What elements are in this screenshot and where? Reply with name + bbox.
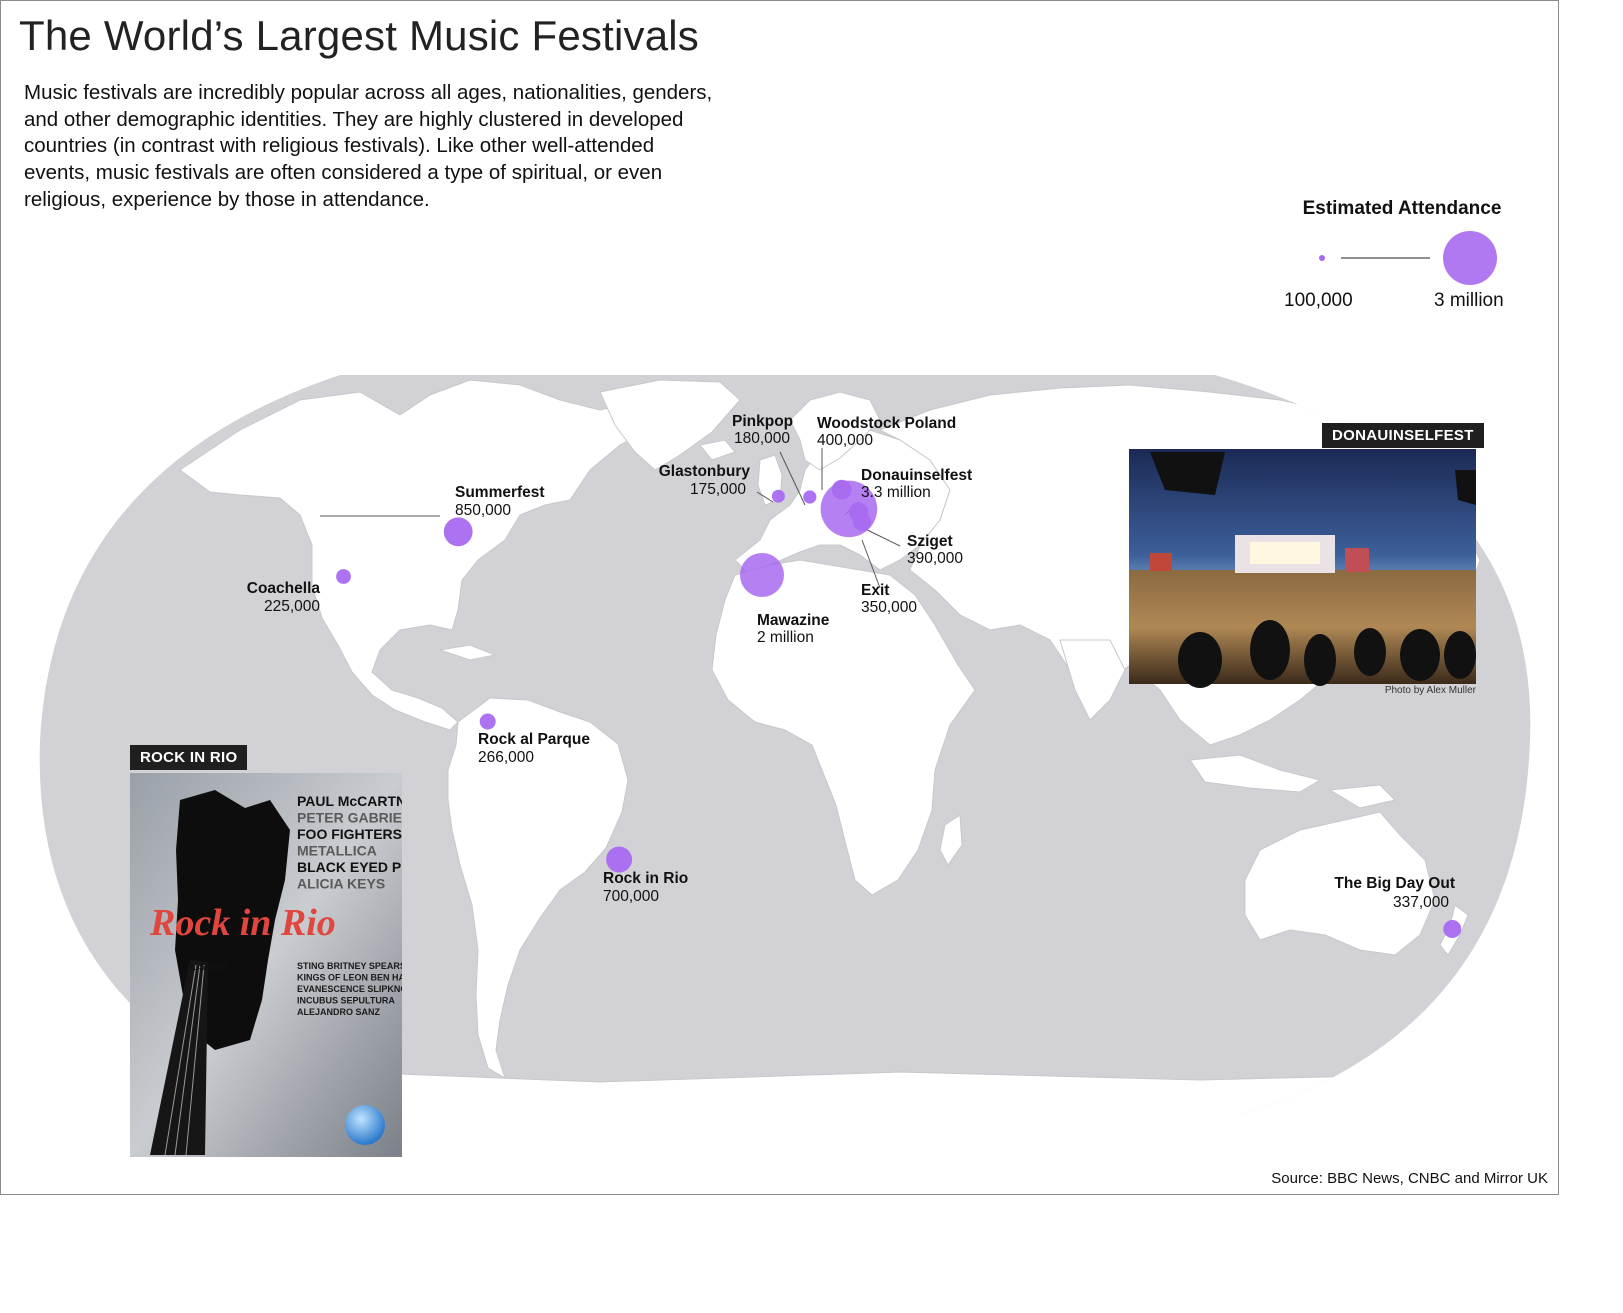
- poster-lineup-line: STING BRITNEY SPEARS: [297, 961, 406, 971]
- poster-headliner: FOO FIGHTERS: [297, 826, 402, 842]
- label-mawazine-name: Mawazine: [757, 612, 830, 629]
- festival-marker-coachella[interactable]: [336, 569, 351, 584]
- poster-headliner: METALLICA: [297, 843, 377, 859]
- label-summerfest-name: Summerfest: [455, 484, 545, 501]
- poster-subtitle: LISBOA: [190, 962, 228, 973]
- label-rockalparque-value: 266,000: [478, 749, 534, 766]
- poster-lineup-line: INCUBUS SEPULTURA: [297, 996, 395, 1006]
- label-sziget-value: 390,000: [907, 550, 963, 567]
- poster-disc-icon: [345, 1105, 385, 1145]
- poster-headliner: PETER GABRIEL: [297, 810, 411, 826]
- festival-marker-glastonbury[interactable]: [771, 489, 785, 503]
- rockinrio-tag: ROCK IN RIO: [130, 745, 248, 770]
- label-pinkpop-value: 180,000: [734, 430, 790, 447]
- label-exit-name: Exit: [861, 582, 889, 599]
- label-glastonbury-name: Glastonbury: [659, 463, 751, 480]
- photo-credit: Photo by Alex Muller: [1384, 685, 1476, 696]
- legend-max-circle: [1443, 231, 1497, 285]
- label-donauinselfest-value: 3.3 million: [861, 484, 931, 501]
- label-rockinrio-name: Rock in Rio: [603, 870, 688, 887]
- poster-headliner: ALICIA KEYS: [297, 876, 385, 892]
- label-summerfest-value: 850,000: [455, 502, 511, 519]
- label-woodstock-name: Woodstock Poland: [817, 415, 956, 432]
- label-glastonbury-value: 175,000: [690, 481, 746, 498]
- label-mawazine-value: 2 million: [757, 629, 814, 646]
- label-coachella-value: 225,000: [264, 598, 320, 615]
- label-sziget-name: Sziget: [907, 533, 953, 550]
- festival-marker-summerfest[interactable]: [443, 517, 473, 547]
- festival-marker-rock-in-rio[interactable]: [606, 846, 633, 873]
- donauinselfest-photo: [1129, 449, 1476, 688]
- label-exit-value: 350,000: [861, 599, 917, 616]
- festival-marker-mawazine[interactable]: [740, 553, 784, 597]
- label-bigdayout-value: 337,000: [1393, 894, 1449, 911]
- label-coachella-name: Coachella: [247, 580, 321, 597]
- legend-min-circle: [1319, 255, 1325, 261]
- label-bigdayout-name: The Big Day Out: [1334, 875, 1455, 892]
- world-map: Coachella 225,000 Summerfest 850,000 Roc…: [39, 231, 1531, 1157]
- label-woodstock-value: 400,000: [817, 432, 873, 449]
- festival-marker-pinkpop[interactable]: [803, 490, 817, 504]
- poster-lineup-line: ALEJANDRO SANZ: [297, 1007, 381, 1017]
- label-rockalparque-name: Rock al Parque: [478, 731, 590, 748]
- festival-marker-the-big-day-out[interactable]: [1443, 920, 1462, 938]
- rockinrio-poster: PAUL McCARTNEYPETER GABRIELFOO FIGHTERSM…: [130, 773, 411, 1157]
- source-note: Source: BBC News, CNBC and Mirror UK: [1271, 1170, 1548, 1187]
- donauinselfest-tag: DONAUINSELFEST: [1322, 423, 1484, 448]
- label-rockinrio-value: 700,000: [603, 888, 659, 905]
- poster-logo: Rock in Rio: [149, 902, 336, 944]
- festival-marker-exit[interactable]: [852, 512, 872, 531]
- label-pinkpop-name: Pinkpop: [732, 413, 793, 430]
- label-donauinselfest-name: Donauinselfest: [861, 467, 972, 484]
- festival-marker-rock-al-parque[interactable]: [479, 713, 496, 730]
